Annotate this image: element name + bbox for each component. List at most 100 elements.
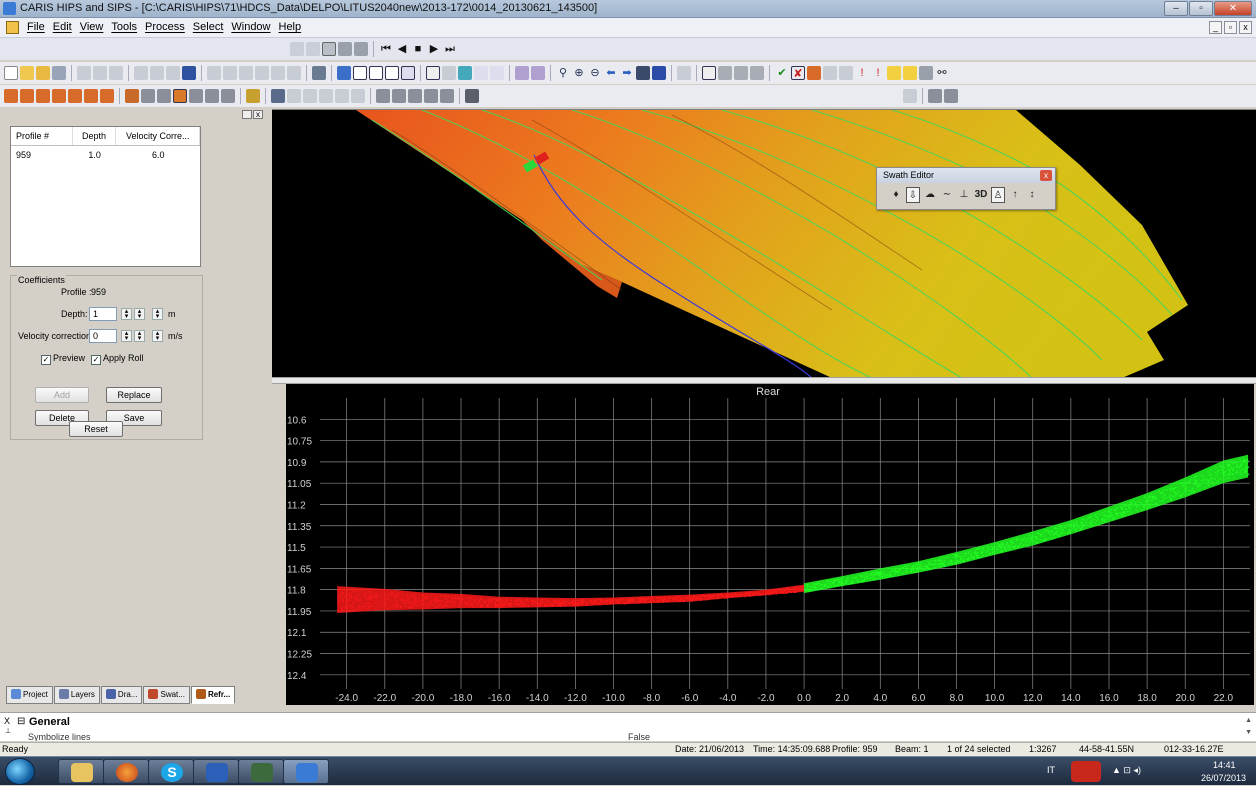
taskbar-word[interactable] <box>193 759 239 784</box>
view-splitter[interactable] <box>272 377 1256 384</box>
redo-icon[interactable] <box>166 66 180 80</box>
clock-date[interactable]: 26/07/2013 <box>1201 773 1246 783</box>
next-line-icon[interactable]: ▶ <box>427 42 441 56</box>
select-beam-icon[interactable] <box>702 66 716 80</box>
language-indicator[interactable]: IT <box>1047 765 1055 775</box>
velocity-spin-coarse[interactable]: ▴ ▾ <box>152 330 163 342</box>
maximize-button[interactable]: ▫ <box>1189 1 1213 16</box>
swath-tool-3d-icon[interactable]: 3D <box>974 187 988 203</box>
mdi-close-button[interactable]: x <box>1239 21 1252 34</box>
reject-area-icon[interactable] <box>807 66 821 80</box>
zoom-out-icon[interactable]: ⊖ <box>588 66 602 80</box>
designated-icon[interactable] <box>887 66 901 80</box>
interpolate-icon[interactable] <box>823 66 837 80</box>
perspective-icon[interactable] <box>354 42 368 56</box>
depth-spin-up[interactable]: ▴ ▾ <box>121 308 132 320</box>
surface-map-view[interactable] <box>272 109 1256 377</box>
tool-2-icon[interactable] <box>141 89 155 103</box>
layer-icon[interactable] <box>337 66 351 80</box>
flag-outstanding-icon[interactable]: ! <box>855 66 869 80</box>
tool-16-icon[interactable] <box>424 89 438 103</box>
process-1-icon[interactable] <box>4 89 18 103</box>
swath-tool-up-icon[interactable]: ↑ <box>1008 187 1022 203</box>
function-icon[interactable] <box>903 89 917 103</box>
velocity-spin-fine[interactable]: ▴ ▾ <box>134 330 145 342</box>
tool-19-icon[interactable] <box>928 89 942 103</box>
new-file-icon[interactable] <box>4 66 18 80</box>
first-line-icon[interactable]: ⏮ <box>379 42 393 56</box>
properties-pin-icon[interactable]: ⊥ <box>5 727 11 735</box>
tool-3-icon[interactable] <box>157 89 171 103</box>
apply-roll-checkbox[interactable]: ✓ Apply Roll <box>91 353 144 365</box>
hatch-1-icon[interactable] <box>515 66 529 80</box>
lasso-icon[interactable] <box>442 66 456 80</box>
rotate-right-icon[interactable] <box>306 42 320 56</box>
stop-icon[interactable]: ■ <box>411 42 425 56</box>
tide-icon[interactable] <box>255 66 269 80</box>
shade-icon[interactable] <box>338 42 352 56</box>
process-3-icon[interactable] <box>36 89 50 103</box>
process-7-icon[interactable] <box>100 89 114 103</box>
merge-icon[interactable] <box>271 66 285 80</box>
window-4-icon[interactable] <box>401 66 415 80</box>
grid-icon[interactable] <box>223 66 237 80</box>
tab-swath[interactable]: Swat... <box>143 686 190 704</box>
swath-tool-vessel-icon[interactable]: ♦ <box>889 187 903 203</box>
tool-1-icon[interactable] <box>125 89 139 103</box>
binoculars-icon[interactable]: ⚯ <box>935 66 949 80</box>
column-header-profile[interactable]: Profile # <box>11 127 73 145</box>
menu-edit[interactable]: Edit <box>49 21 76 33</box>
tool-5-icon[interactable] <box>189 89 203 103</box>
save-icon[interactable] <box>52 66 66 80</box>
swath-editor-toolbar[interactable]: Swath Editor x ♦ ⇩ ☁ ∼ ⊥ 3D ♙ ↑ ↕ <box>876 167 1056 210</box>
process-5-icon[interactable] <box>68 89 82 103</box>
tool-9-icon[interactable] <box>303 89 317 103</box>
previous-line-icon[interactable]: ◀ <box>395 42 409 56</box>
panel-pin-button[interactable] <box>242 110 252 119</box>
refraction-icon[interactable] <box>173 89 187 103</box>
tab-draw[interactable]: Dra... <box>100 686 143 704</box>
tool-15-icon[interactable] <box>408 89 422 103</box>
properties-icon[interactable] <box>182 66 196 80</box>
sort-icon[interactable] <box>677 66 691 80</box>
table-row[interactable]: 959 1.0 6.0 <box>11 146 200 164</box>
menu-view[interactable]: View <box>76 21 108 33</box>
refresh-icon[interactable] <box>636 66 650 80</box>
tool-17-icon[interactable] <box>440 89 454 103</box>
taskbar-firefox[interactable] <box>103 759 149 784</box>
cut-icon[interactable] <box>77 66 91 80</box>
tool-10-icon[interactable] <box>319 89 333 103</box>
velocity-correction-input[interactable]: 0 <box>89 329 117 343</box>
triangle-2-icon[interactable] <box>734 66 748 80</box>
window-1-icon[interactable] <box>353 66 367 80</box>
depth-spin-fine[interactable]: ▴ ▾ <box>134 308 145 320</box>
window-3-icon[interactable] <box>385 66 399 80</box>
menu-help[interactable]: Help <box>275 21 306 33</box>
menu-process[interactable]: Process <box>141 21 189 33</box>
tab-layers[interactable]: Layers <box>53 686 100 704</box>
accept-icon[interactable]: ✔ <box>775 66 789 80</box>
tool-20-icon[interactable] <box>944 89 958 103</box>
tool-6-icon[interactable] <box>205 89 219 103</box>
velocity-spin-up[interactable]: ▴ ▾ <box>121 330 132 342</box>
menu-window[interactable]: Window <box>227 21 274 33</box>
query-tool-icon[interactable] <box>271 89 285 103</box>
pointer-icon[interactable] <box>426 66 440 80</box>
swath-tool-profile-icon[interactable]: ∼ <box>940 187 954 203</box>
zoom-icon[interactable]: ⚲ <box>556 66 570 80</box>
down-icon[interactable] <box>150 66 164 80</box>
tool-13-icon[interactable] <box>376 89 390 103</box>
swath-tool-person-icon[interactable]: ♙ <box>991 187 1005 203</box>
tray-icons[interactable]: ▲ ⊡ ◂) <box>1112 765 1141 776</box>
properties-scrollbar[interactable]: ▲ ▼ <box>1245 715 1252 739</box>
tool-8-icon[interactable] <box>287 89 301 103</box>
process-4-icon[interactable] <box>52 89 66 103</box>
properties-close-icon[interactable]: X <box>4 716 10 726</box>
query-icon[interactable] <box>919 66 933 80</box>
taskbar-caris[interactable] <box>283 759 329 784</box>
flag-icon[interactable] <box>312 66 326 80</box>
bathymetry-surface[interactable] <box>272 110 1256 377</box>
column-header-velocity[interactable]: Velocity Corre... <box>116 127 200 145</box>
rear-profile-plot[interactable]: Rear -24.0 -22.0 -20.0 -18.0 -16.0 -14.0 -12.0… <box>286 384 1254 705</box>
copy-icon[interactable] <box>93 66 107 80</box>
